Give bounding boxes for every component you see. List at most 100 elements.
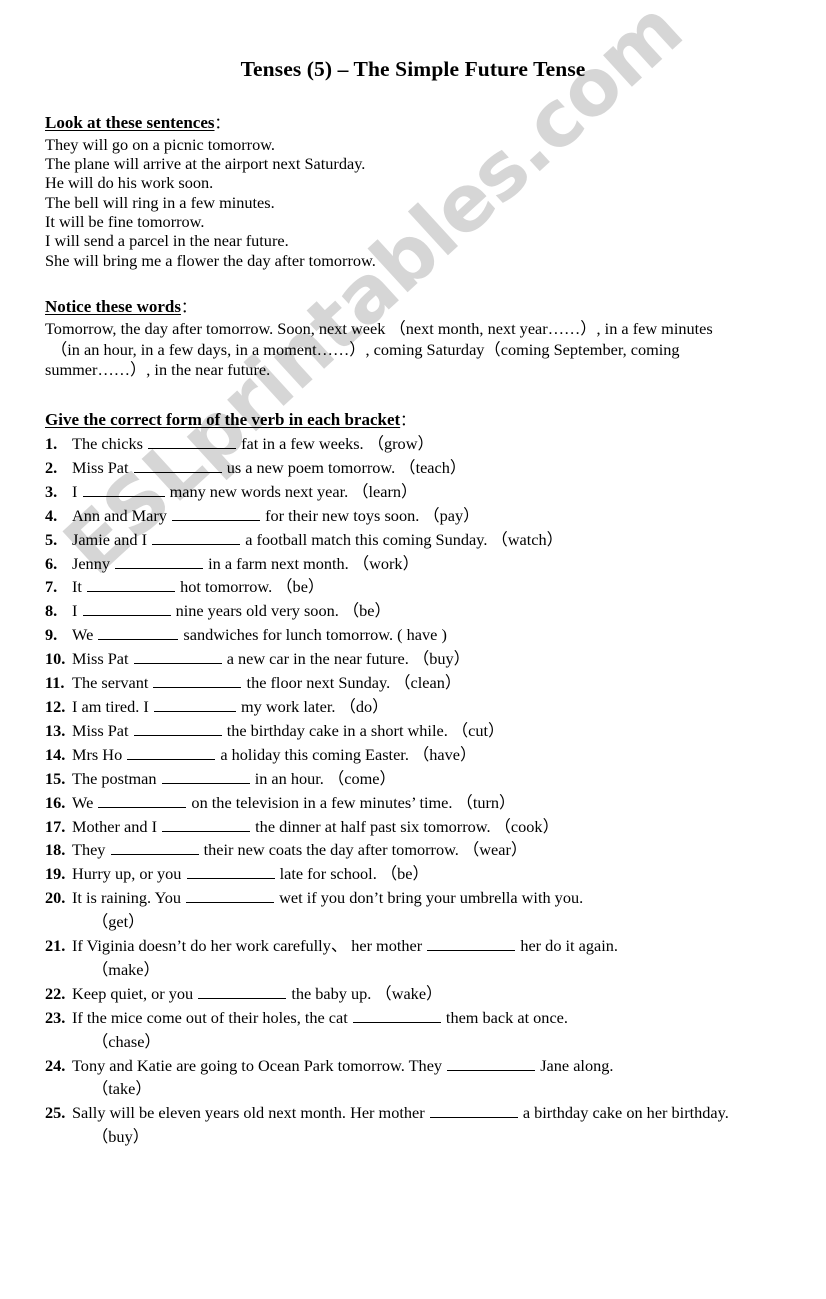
exercise-item-text-before: Keep quiet, or you — [72, 983, 198, 1003]
answer-blank[interactable] — [152, 529, 241, 545]
exercise-item: 18. They their new coats the day after to… — [45, 838, 805, 862]
notice-line-1: Tomorrow, the day after tomorrow. Soon, … — [45, 318, 713, 338]
exercise-item-body: Mrs Ho a holiday this coming Easter. （ha… — [72, 743, 805, 767]
answer-blank[interactable] — [98, 624, 179, 641]
answer-blank[interactable] — [172, 505, 261, 521]
exercise-item-text-before: I am tired. I — [72, 696, 153, 716]
exercise-item-text-before: If Viginia doesn’t do her work carefully… — [72, 936, 427, 956]
section-heading-notice-label: Notice these words — [45, 297, 181, 316]
exercise-item: 12. I am tired. I my work later. （do） — [45, 695, 805, 719]
exercise-item-text-after: Jane along. — [536, 1055, 614, 1075]
exercise-item-number: 2. — [45, 457, 58, 477]
answer-blank[interactable] — [429, 1102, 518, 1119]
answer-blank[interactable] — [186, 887, 275, 904]
answer-blank[interactable] — [161, 768, 250, 784]
exercise-item-body: I am tired. I my work later. （do） — [72, 695, 805, 719]
exercise-item-body: The chicks fat in a few weeks. （grow） — [72, 432, 805, 456]
answer-blank[interactable] — [82, 600, 171, 617]
exercise-item-body: We sandwiches for lunch tomorrow. ( have… — [72, 623, 805, 647]
exercise-item-number: 20. — [45, 888, 66, 908]
exercise-item-text-before: I — [72, 481, 82, 501]
exercise-item-body: Miss Pat a new car in the near future. （… — [72, 647, 805, 671]
answer-blank[interactable] — [162, 816, 251, 832]
exercise-item: 21. If Viginia doesn’t do her work carefu… — [45, 934, 805, 982]
section-heading-examples: Look at these sentences： — [45, 112, 787, 134]
verb-hint: （be） — [342, 601, 391, 621]
exercise-item-text-after: her do it again. — [516, 936, 618, 956]
notice-line-2: （in an hour, in a few days, in a moment…… — [51, 339, 680, 359]
exercise-item-body: We on the television in a few minutes’ t… — [72, 791, 805, 815]
exercise-item-text-after: us a new poem tomorrow. — [222, 457, 400, 477]
exercise-item-text-after: a new car in the near future. — [222, 649, 413, 669]
exercise-item: 23. If the mice come out of their holes, … — [45, 1006, 805, 1054]
worksheet-page: Tenses (5) – The Simple Future Tense Loo… — [0, 0, 826, 1299]
exercise-item-text-before: It — [72, 577, 87, 597]
verb-hint: （take） — [92, 1079, 152, 1099]
verb-hint: （make） — [92, 959, 160, 979]
exercise-item-number: 23. — [45, 1007, 66, 1027]
exercise-item: 7. It hot tomorrow. （be） — [45, 575, 805, 599]
exercise-item-text-after: them back at once. — [441, 1007, 568, 1027]
answer-blank[interactable] — [352, 1007, 441, 1023]
verb-hint: （turn） — [456, 792, 516, 812]
exercise-item-text-before: It is raining. You — [72, 888, 186, 908]
verb-hint: （cook） — [494, 816, 559, 836]
exercise-item-number: 5. — [45, 529, 58, 549]
answer-blank[interactable] — [186, 863, 275, 880]
answer-blank[interactable] — [110, 839, 199, 856]
example-sentence: It will be fine tomorrow. — [45, 212, 205, 232]
exercise-item-number: 25. — [45, 1103, 66, 1123]
section-heading-notice-colon: ： — [180, 300, 196, 316]
answer-blank[interactable] — [153, 672, 242, 689]
exercise-item-text-before: The servant — [72, 673, 153, 693]
answer-blank[interactable] — [198, 983, 287, 999]
exercise-item-text-before: We — [72, 792, 98, 812]
exercise-item-text-after: sandwiches for lunch tomorrow. — [179, 625, 398, 645]
exercise-item: 3. I many new words next year. （learn） — [45, 480, 805, 504]
example-sentence: She will bring me a flower the day after… — [45, 250, 376, 270]
exercise-item-number: 17. — [45, 816, 66, 836]
answer-blank[interactable] — [133, 457, 222, 473]
exercise-item-text-after: for their new toys soon. — [261, 505, 424, 525]
answer-blank[interactable] — [447, 1055, 536, 1071]
exercise-item-text-before: The chicks — [72, 434, 148, 453]
example-sentence: They will go on a picnic tomorrow. — [45, 134, 275, 154]
answer-blank[interactable] — [153, 696, 236, 712]
exercise-item-text-before: Ann and Mary — [72, 505, 172, 525]
answer-blank[interactable] — [133, 720, 222, 736]
answer-blank[interactable] — [127, 744, 216, 760]
answer-blank[interactable] — [115, 553, 204, 569]
exercise-item-text-after: many new words next year. — [165, 481, 353, 501]
verb-hint: （clean） — [394, 673, 462, 693]
verb-hint: （work） — [352, 553, 419, 573]
exercise-item: 19. Hurry up, or you late for school. （be… — [45, 862, 805, 886]
exercise-item-body: Hurry up, or you late for school. （be） — [72, 862, 805, 886]
answer-blank[interactable] — [133, 648, 222, 665]
verb-hint: （be） — [276, 577, 325, 597]
exercise-item-body: Jamie and I a football match this coming… — [72, 528, 805, 552]
exercise-item-text-after: hot tomorrow. — [176, 577, 277, 597]
exercise-item-number: 7. — [45, 577, 58, 597]
exercise-item-body: If the mice come out of their holes, the… — [72, 1006, 805, 1030]
exercise-item: 24. Tony and Katie are going to Ocean Par… — [45, 1054, 805, 1102]
exercise-item-body: Ann and Mary for their new toys soon. （p… — [72, 504, 805, 528]
verb-hint: （grow） — [367, 434, 434, 453]
exercise-item-number: 22. — [45, 983, 66, 1003]
exercise-item-text-after: the birthday cake in a short while. — [222, 720, 452, 740]
exercise-item: 15. The postman in an hour. （come） — [45, 767, 805, 791]
exercise-item-number: 1. — [45, 434, 58, 453]
example-sentence: I will send a parcel in the near future. — [45, 231, 289, 251]
answer-blank[interactable] — [87, 576, 176, 593]
exercise-item-body: Miss Pat us a new poem tomorrow. （teach） — [72, 456, 805, 480]
answer-blank[interactable] — [82, 481, 165, 497]
exercise-item-text-before: Miss Pat — [72, 457, 133, 477]
answer-blank[interactable] — [98, 792, 187, 808]
exercise-item-text-after: late for school. — [275, 864, 381, 884]
exercise-item-number: 10. — [45, 649, 66, 669]
exercise-item-text-after: my work later. — [236, 696, 340, 716]
answer-blank[interactable] — [427, 935, 516, 952]
answer-blank[interactable] — [148, 433, 237, 449]
verb-hint: （watch） — [491, 529, 563, 549]
exercise-item-text-after: in a farm next month. — [204, 553, 353, 573]
exercise-item-number: 9. — [45, 625, 58, 645]
